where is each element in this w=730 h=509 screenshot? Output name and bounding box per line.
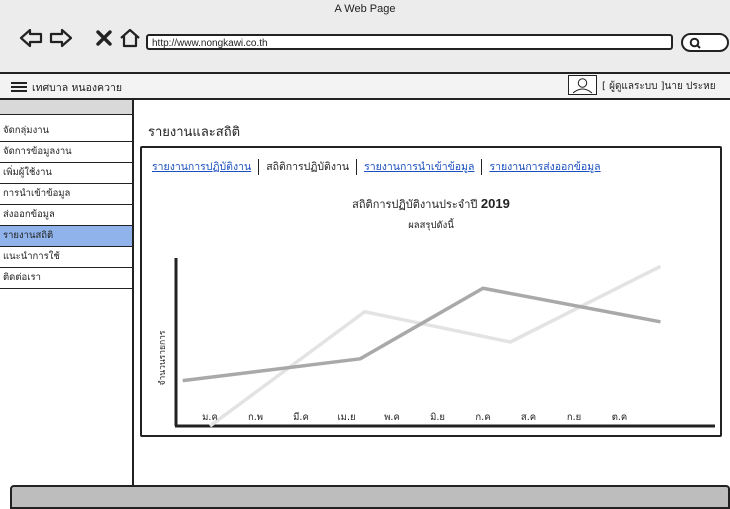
user-info: [ ผู้ดูแลระบบ ]นาย ประหย [602,79,716,94]
x-tick-label: เม.ย [337,412,355,423]
report-panel: รายงานการปฏิบัติงาน สถิติการปฏิบัติงาน ร… [140,146,722,437]
sidebar-item-import[interactable]: การนำเข้าข้อมูล [0,184,132,205]
search-icon [689,37,701,49]
x-tick-label: พ.ค [384,412,400,423]
sidebar-item-guide[interactable]: แนะนำการใช้ [0,247,132,268]
sidebar-item-statistics-report[interactable]: รายงานสถิติ [0,226,132,247]
back-arrow-icon [19,28,43,48]
x-tick-label: มิ.ย [430,412,445,423]
user-name: นาย ประหย [664,81,716,92]
sidebar-item-add-user[interactable]: เพิ่มผู้ใช้งาน [0,163,132,184]
back-button[interactable] [18,22,44,54]
forward-arrow-icon [49,28,73,48]
x-tick-label: ก.ค [475,412,490,423]
avatar[interactable] [568,75,597,95]
line-chart: จำนวนรายการ ม.ค ก.พ มี.ค เม.ย พ.ค มิ.ย ก.ค ส.ค ก… [158,258,715,428]
sidebar-item-export[interactable]: ส่งออกข้อมูล [0,205,132,226]
x-tick-label: ต.ค [612,412,628,423]
organization-name: เทศบาล หนองควาย [32,82,123,94]
address-bar[interactable]: http://www.nongkawi.co.th [146,34,673,50]
page-title: รายงานและสถิติ [148,125,241,140]
footer-bar [10,485,730,509]
x-tick-label: มี.ค [293,411,309,423]
sidebar-item-contact[interactable]: ติดต่อเรา [0,268,132,289]
app-header: เทศบาล หนองควาย [ ผู้ดูแลระบบ ]นาย ประหย [0,74,730,100]
close-icon [96,30,112,46]
user-role: [ ผู้ดูแลระบบ ] [602,81,665,92]
browser-search-box[interactable] [681,33,729,52]
window-title: A Web Page [334,3,396,15]
series-line-1 [208,264,662,428]
sidebar-item-job-data[interactable]: จัดการข้อมูลงาน [0,142,132,163]
x-tick-label: ก.ย [567,412,581,423]
stop-button[interactable] [93,22,115,54]
user-icon [572,78,593,94]
x-tick-label: ส.ค [521,412,536,423]
y-axis-label: จำนวนรายการ [158,330,168,385]
hamburger-menu-icon[interactable] [11,82,27,92]
x-tick-label: ม.ค [202,412,218,423]
sidebar-header [0,100,132,115]
home-icon [120,28,140,48]
forward-button[interactable] [48,22,74,54]
browser-chrome: A Web Page http://www.nongkawi.co.th [0,0,730,74]
sidebar-item-job-groups[interactable]: จัดกลุ่มงาน [0,121,132,142]
sidebar: จัดกลุ่มงาน จัดการข้อมูลงาน เพิ่มผู้ใช้ง… [0,100,134,485]
home-button[interactable] [118,22,142,54]
x-tick-label: ก.พ [248,412,263,423]
